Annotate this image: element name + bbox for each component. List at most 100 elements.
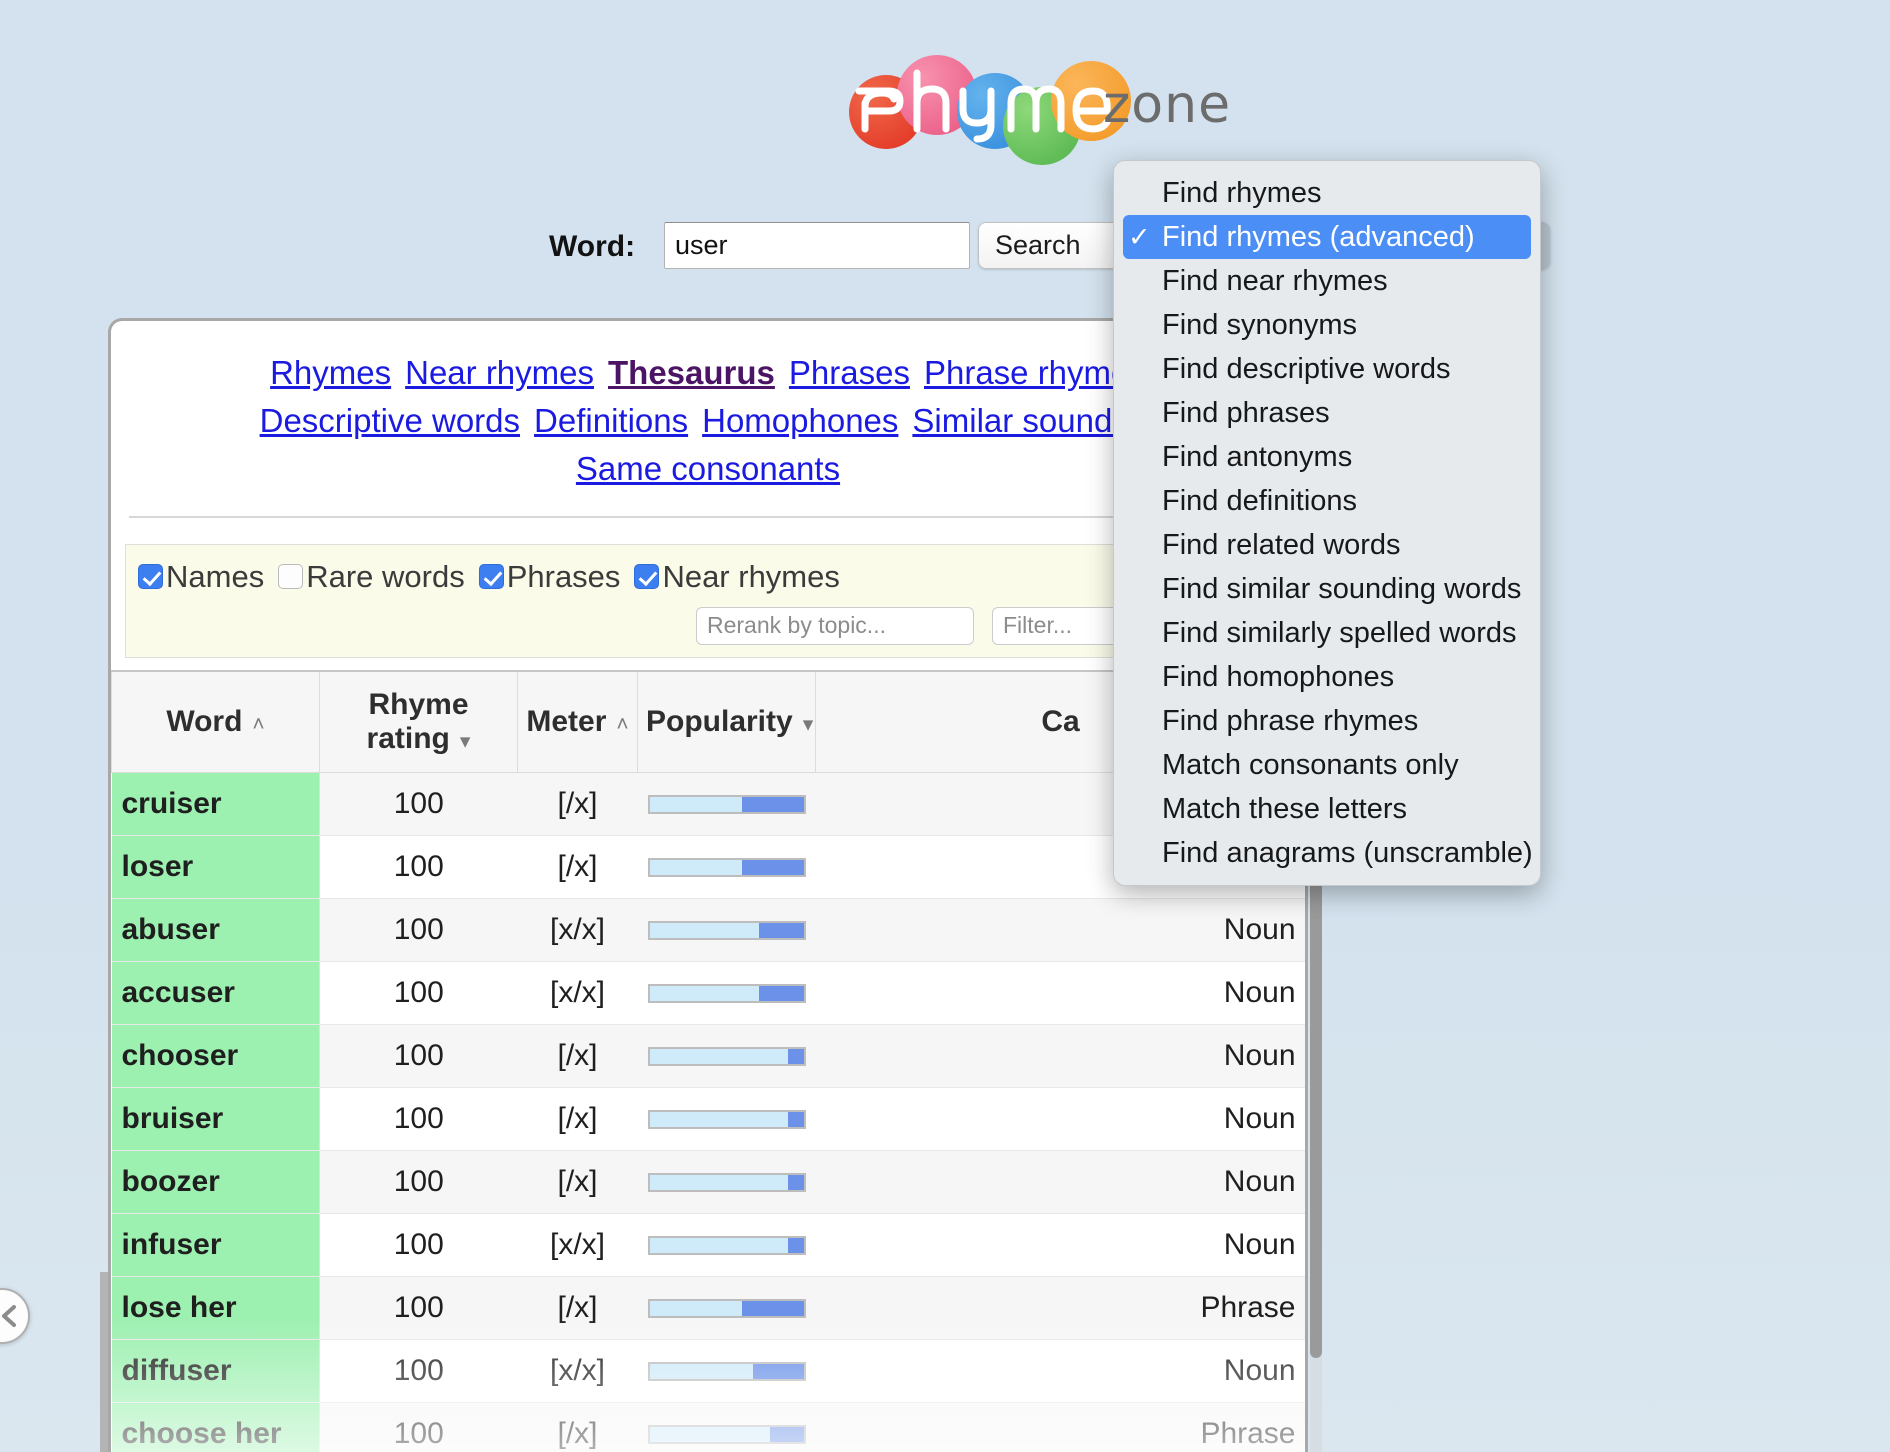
popularity-bar: [647, 1236, 806, 1256]
app-root: zone Word: Search Rhymes Near rhymes Thesa…: [0, 0, 1890, 1452]
cell-meter: [x/x]: [517, 961, 638, 1025]
menu-item-find-definitions[interactable]: Find definitions: [1114, 479, 1540, 523]
column-header-rhyme-rating[interactable]: Rhyme rating ▾: [319, 669, 518, 773]
menu-item-find-rhymes[interactable]: Find rhymes: [1114, 171, 1540, 215]
checkbox-names-label: Names: [166, 558, 265, 594]
cell-rhyme-rating: 100: [319, 1213, 518, 1277]
column-header-popularity[interactable]: Popularity ▾: [637, 669, 816, 773]
menu-item-label: Match consonants only: [1162, 748, 1459, 781]
rhymezone-logo[interactable]: zone: [845, 45, 1265, 165]
nav-link-phrases[interactable]: Phrases: [789, 354, 910, 391]
checkbox-phrases-box[interactable]: [478, 564, 504, 590]
checkbox-near-rhymes[interactable]: Near rhymes: [634, 559, 840, 595]
sort-indicator-rhyme-rating[interactable]: ▾: [460, 730, 471, 753]
cell-rhyme-rating: 100: [319, 1150, 518, 1214]
table-row[interactable]: lose her 100 [/x] Phrase: [111, 1276, 1305, 1340]
column-header-category-label: Ca: [1041, 704, 1080, 738]
popularity-bar-fill: [788, 1049, 804, 1065]
checkbox-rare-words-box[interactable]: [278, 564, 304, 590]
menu-item-find-descriptive-words[interactable]: Find descriptive words: [1114, 347, 1540, 391]
cell-word[interactable]: accuser: [111, 961, 320, 1025]
menu-item-find-similarly-spelled-words[interactable]: Find similarly spelled words: [1114, 611, 1540, 655]
table-row[interactable]: abuser 100 [x/x] Noun: [111, 898, 1305, 962]
cell-word[interactable]: choose her: [111, 1402, 320, 1452]
popularity-bar-fill: [788, 1112, 804, 1128]
column-header-popularity-label: Popularity: [646, 704, 793, 738]
sort-indicator-meter[interactable]: ˄: [616, 713, 628, 736]
cell-word[interactable]: diffuser: [111, 1339, 320, 1403]
menu-item-find-phrase-rhymes[interactable]: Find phrase rhymes: [1114, 699, 1540, 743]
nav-link-same-consonants[interactable]: Same consonants: [576, 450, 840, 487]
nav-link-homophones[interactable]: Homophones: [702, 402, 898, 439]
cell-meter: [/x]: [517, 835, 638, 899]
sort-indicator-word[interactable]: ˄: [252, 713, 264, 736]
column-header-word[interactable]: Word ˄: [111, 669, 320, 773]
cell-meter: [/x]: [517, 1150, 638, 1214]
cell-word[interactable]: abuser: [111, 898, 320, 962]
cell-meter: [x/x]: [517, 898, 638, 962]
search-input[interactable]: [664, 222, 970, 269]
cell-meter: [/x]: [517, 1024, 638, 1088]
cell-word[interactable]: loser: [111, 835, 320, 899]
column-header-meter[interactable]: Meter ˄: [517, 669, 638, 773]
cell-popularity: [637, 1402, 816, 1452]
back-navigation-button[interactable]: [0, 1288, 30, 1344]
menu-item-label: Find rhymes (advanced): [1162, 220, 1475, 253]
cell-rhyme-rating: 100: [319, 898, 518, 962]
cell-word[interactable]: chooser: [111, 1024, 320, 1088]
checkbox-names[interactable]: Names: [138, 559, 264, 595]
checkbox-near-rhymes-box[interactable]: [634, 564, 660, 590]
checkbox-names-box[interactable]: [138, 564, 163, 590]
table-row[interactable]: infuser 100 [x/x] Noun: [111, 1213, 1305, 1277]
menu-item-find-related-words[interactable]: Find related words: [1114, 523, 1540, 567]
cell-word[interactable]: lose her: [111, 1276, 320, 1340]
checkbox-rare-words[interactable]: Rare words: [278, 559, 465, 595]
menu-item-find-near-rhymes[interactable]: Find near rhymes: [1114, 259, 1540, 303]
menu-item-match-these-letters[interactable]: Match these letters: [1114, 787, 1540, 831]
menu-item-label: Find anagrams (unscramble): [1162, 836, 1533, 869]
table-row[interactable]: accuser 100 [x/x] Noun: [111, 961, 1305, 1025]
menu-item-find-synonyms[interactable]: Find synonyms: [1114, 303, 1540, 347]
popularity-bar-fill: [788, 1238, 804, 1254]
table-row[interactable]: diffuser 100 [x/x] Noun: [111, 1339, 1305, 1403]
logo-rhyme-wordmark: [855, 69, 1111, 143]
cell-meter: [/x]: [517, 1087, 638, 1151]
table-row[interactable]: choose her 100 [/x] Phrase: [111, 1402, 1305, 1452]
menu-item-find-homophones[interactable]: Find homophones: [1114, 655, 1540, 699]
popularity-bar: [647, 984, 806, 1004]
menu-item-label: Match these letters: [1162, 792, 1407, 825]
cell-word[interactable]: infuser: [111, 1213, 320, 1277]
cell-meter: [x/x]: [517, 1339, 638, 1403]
cell-meter: [/x]: [517, 1402, 638, 1452]
chevron-left-icon: [2, 1305, 16, 1327]
menu-item-label: Find antonyms: [1162, 440, 1353, 473]
menu-item-match-consonants-only[interactable]: Match consonants only: [1114, 743, 1540, 787]
menu-item-find-anagrams-unscramble[interactable]: Find anagrams (unscramble): [1114, 831, 1540, 875]
rerank-by-topic-input[interactable]: [696, 606, 974, 645]
column-header-meter-label: Meter: [526, 704, 607, 738]
cell-category: Phrase: [815, 1276, 1305, 1340]
cell-word[interactable]: boozer: [111, 1150, 320, 1214]
menu-item-find-antonyms[interactable]: Find antonyms: [1114, 435, 1540, 479]
cell-popularity: [637, 1024, 816, 1088]
sort-indicator-popularity[interactable]: ▾: [803, 713, 814, 736]
nav-link-near-rhymes[interactable]: Near rhymes: [405, 354, 594, 391]
table-row[interactable]: chooser 100 [/x] Noun: [111, 1024, 1305, 1088]
cell-word[interactable]: bruiser: [111, 1087, 320, 1151]
table-row[interactable]: boozer 100 [/x] Noun: [111, 1150, 1305, 1214]
nav-link-definitions[interactable]: Definitions: [534, 402, 688, 439]
menu-item-find-phrases[interactable]: Find phrases: [1114, 391, 1540, 435]
menu-item-find-similar-sounding-words[interactable]: Find similar sounding words: [1114, 567, 1540, 611]
menu-item-find-rhymes-advanced[interactable]: ✓ Find rhymes (advanced): [1123, 215, 1531, 259]
search-button[interactable]: Search: [978, 222, 1128, 269]
nav-link-rhymes[interactable]: Rhymes: [270, 354, 391, 391]
table-row[interactable]: bruiser 100 [/x] Noun: [111, 1087, 1305, 1151]
checkbox-phrases[interactable]: Phrases: [478, 559, 620, 595]
search-mode-dropdown-menu[interactable]: Find rhymes ✓ Find rhymes (advanced) Find n…: [1113, 160, 1541, 886]
nav-link-thesaurus[interactable]: Thesaurus: [608, 354, 775, 391]
nav-link-descriptive-words[interactable]: Descriptive words: [260, 402, 520, 439]
cell-rhyme-rating: 100: [319, 1024, 518, 1088]
cell-popularity: [637, 772, 816, 836]
cell-word[interactable]: cruiser: [111, 772, 320, 836]
cell-rhyme-rating: 100: [319, 835, 518, 899]
